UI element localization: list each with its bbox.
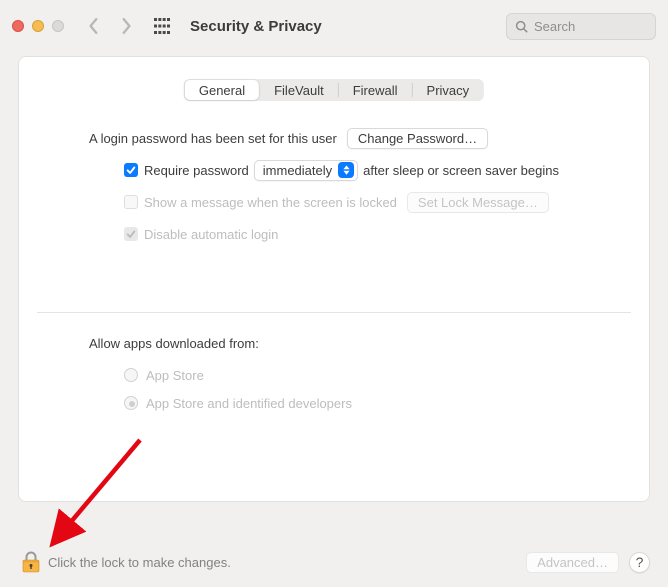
help-button[interactable]: ? xyxy=(629,552,650,573)
footer: Click the lock to make changes. Advanced… xyxy=(22,551,650,573)
section-divider xyxy=(37,312,631,313)
login-password-section: A login password has been set for this u… xyxy=(89,127,619,255)
tab-filevault[interactable]: FileVault xyxy=(260,80,338,100)
grid-icon xyxy=(154,18,170,34)
show-message-label: Show a message when the screen is locked xyxy=(144,195,397,210)
allow-apps-section: Allow apps downloaded from: App Store Ap… xyxy=(89,332,619,424)
minimize-window-button[interactable] xyxy=(32,20,44,32)
tab-bar: General FileVault Firewall Privacy xyxy=(184,79,484,101)
close-window-button[interactable] xyxy=(12,20,24,32)
lock-icon xyxy=(22,551,40,573)
main-panel: General FileVault Firewall Privacy A log… xyxy=(18,56,650,502)
window-title: Security & Privacy xyxy=(190,18,322,35)
disable-auto-login-checkbox xyxy=(124,227,138,241)
window-controls xyxy=(12,20,64,32)
allow-apps-radio-identified xyxy=(124,396,138,410)
advanced-button: Advanced… xyxy=(526,552,619,573)
change-password-button[interactable]: Change Password… xyxy=(347,128,488,149)
lock-button[interactable] xyxy=(22,551,40,573)
allow-apps-radio-appstore xyxy=(124,368,138,382)
show-all-button[interactable] xyxy=(150,14,174,38)
require-password-suffix: after sleep or screen saver begins xyxy=(363,163,559,178)
login-password-label: A login password has been set for this u… xyxy=(89,131,337,146)
disable-auto-login-label: Disable automatic login xyxy=(144,227,278,242)
toolbar: Security & Privacy xyxy=(0,0,668,52)
lock-hint-text: Click the lock to make changes. xyxy=(48,555,231,570)
tab-general[interactable]: General xyxy=(185,80,259,100)
require-password-delay-select[interactable]: immediately xyxy=(254,160,358,181)
forward-button[interactable] xyxy=(114,14,138,38)
search-input[interactable] xyxy=(534,19,647,34)
allow-apps-heading: Allow apps downloaded from: xyxy=(89,336,259,351)
search-field[interactable] xyxy=(506,13,656,40)
maximize-window-button[interactable] xyxy=(52,20,64,32)
require-password-checkbox[interactable] xyxy=(124,163,138,177)
allow-apps-option-identified: App Store and identified developers xyxy=(146,396,352,411)
require-password-prefix: Require password xyxy=(144,163,249,178)
search-icon xyxy=(515,20,528,33)
require-password-delay-value: immediately xyxy=(263,163,332,178)
back-button[interactable] xyxy=(82,14,106,38)
select-chevrons-icon xyxy=(338,162,354,178)
allow-apps-option-appstore: App Store xyxy=(146,368,204,383)
show-message-checkbox xyxy=(124,195,138,209)
checkmark-icon xyxy=(126,165,136,175)
set-lock-message-button: Set Lock Message… xyxy=(407,192,549,213)
chevron-left-icon xyxy=(88,18,100,34)
chevron-right-icon xyxy=(120,18,132,34)
checkmark-icon xyxy=(126,229,136,239)
tab-firewall[interactable]: Firewall xyxy=(339,80,412,100)
tab-privacy[interactable]: Privacy xyxy=(413,80,484,100)
